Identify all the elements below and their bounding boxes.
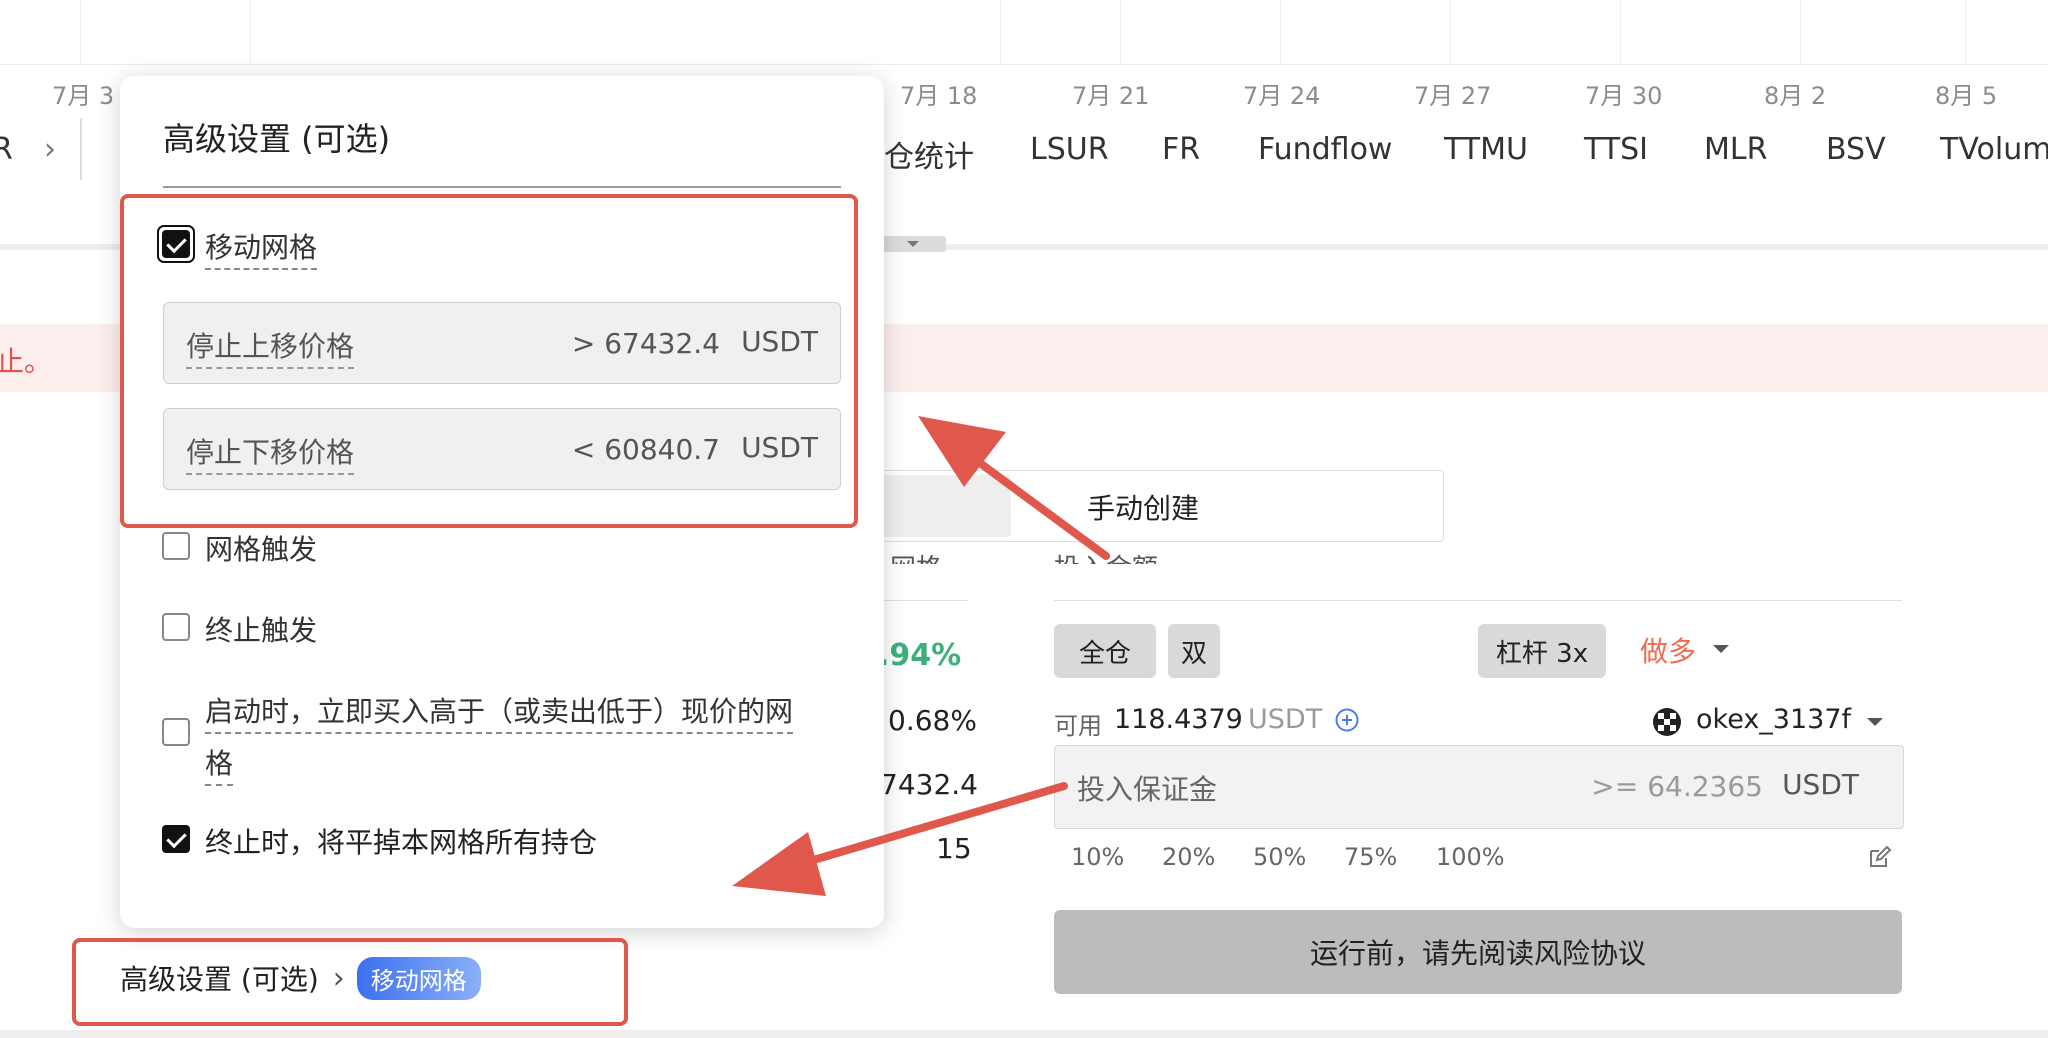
arrow-to-settings bbox=[918, 416, 1110, 560]
arrow-to-summary bbox=[732, 782, 1068, 896]
annotation-arrows bbox=[732, 416, 1110, 896]
